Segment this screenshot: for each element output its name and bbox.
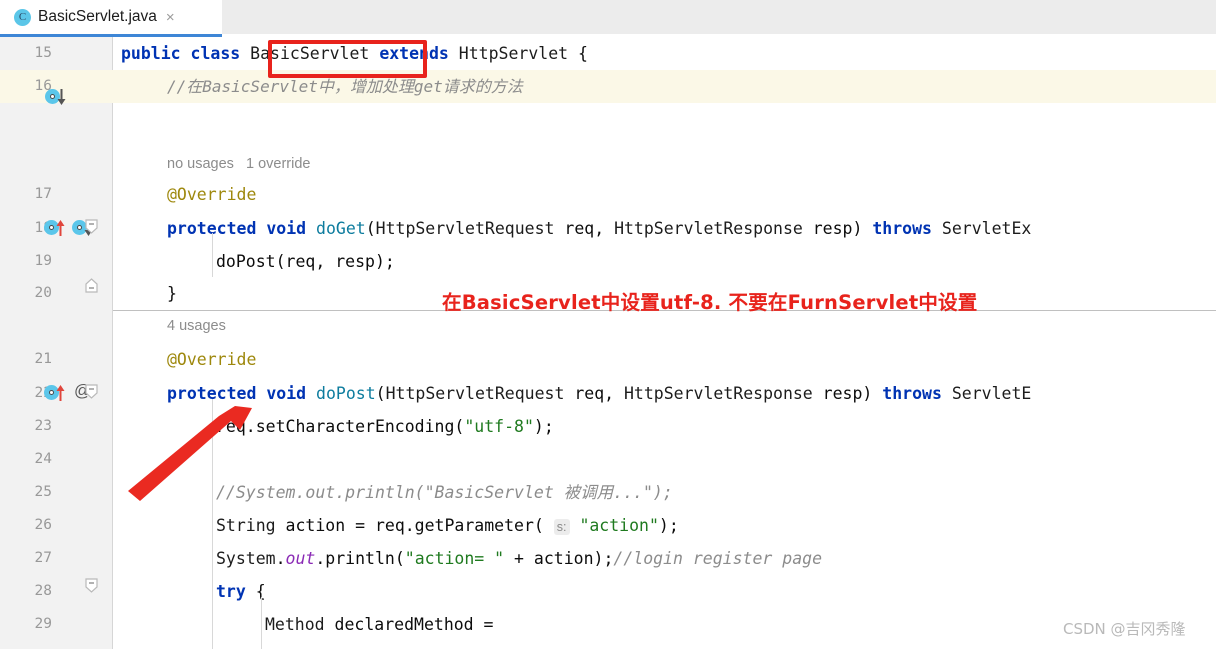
fold-start-icon[interactable] bbox=[85, 219, 98, 234]
code-line-30[interactable]: 30 this.getClass().getDeclaredMethod(act… bbox=[0, 641, 1216, 649]
line-number: 19 bbox=[34, 253, 52, 269]
inlay-hint-doget[interactable]: no usages 1 override bbox=[167, 153, 310, 175]
arrow-up-icon bbox=[56, 385, 65, 401]
tab-label: BasicServlet.java bbox=[38, 8, 157, 25]
fold-start-icon[interactable] bbox=[85, 578, 98, 593]
indent-guide bbox=[261, 597, 262, 649]
line-number: 25 bbox=[34, 484, 52, 500]
line-code: protected void doPost(HttpServletRequest… bbox=[167, 384, 1032, 403]
line-code: req.setCharacterEncoding("utf-8"); bbox=[216, 417, 554, 436]
fold-end-icon[interactable] bbox=[85, 278, 98, 293]
code-line-28[interactable]: 28 try { bbox=[0, 575, 1216, 608]
line-code: } bbox=[167, 284, 177, 303]
code-line-24[interactable]: 24 bbox=[0, 443, 1216, 476]
line-code: doPost(req, resp); bbox=[216, 252, 395, 271]
line-code: @Override bbox=[167, 350, 257, 369]
tab-basicservlet-java[interactable]: C BasicServlet.java × bbox=[0, 0, 222, 34]
fold-start-icon[interactable] bbox=[85, 384, 98, 399]
line-code: public class BasicServlet extends HttpSe… bbox=[121, 44, 588, 63]
overriding-method-marker[interactable] bbox=[44, 220, 65, 236]
code-line-27[interactable]: 27 System.out.println("action= " + actio… bbox=[0, 542, 1216, 575]
line-number: 30 bbox=[0, 641, 52, 649]
implemented-method-marker[interactable] bbox=[45, 89, 66, 105]
close-icon[interactable]: × bbox=[166, 10, 175, 25]
inlay-hint-dopost[interactable]: 4 usages bbox=[167, 315, 226, 337]
code-line-18[interactable]: 18 protected void doGet(HttpServletReque… bbox=[0, 212, 1216, 245]
line-number: 21 bbox=[34, 351, 52, 367]
line-number: 28 bbox=[34, 583, 52, 599]
code-line-16[interactable]: 16 //在BasicServlet中，增加处理get请求的方法 bbox=[0, 70, 1216, 103]
line-code: //在BasicServlet中，增加处理get请求的方法 bbox=[167, 77, 523, 96]
line-number: 29 bbox=[34, 616, 52, 632]
line-number: 23 bbox=[34, 418, 52, 434]
code-line-21[interactable]: 21 @Override bbox=[0, 343, 1216, 376]
line-number: 17 bbox=[34, 186, 52, 202]
line-number: 26 bbox=[34, 517, 52, 533]
line-code: String action = req.getParameter( s: "ac… bbox=[216, 516, 679, 535]
indent-guide bbox=[212, 399, 213, 649]
line-number: 15 bbox=[34, 45, 52, 61]
arrow-down-icon bbox=[57, 89, 66, 105]
code-line-29[interactable]: 29 Method declaredMethod = bbox=[0, 608, 1216, 641]
line-number: 24 bbox=[34, 451, 52, 467]
code-line-15[interactable]: 15 public class BasicServlet extends Htt… bbox=[0, 37, 1216, 70]
parameter-name-hint[interactable]: s: bbox=[553, 519, 570, 535]
line-number: 27 bbox=[34, 550, 52, 566]
java-class-icon: C bbox=[14, 8, 31, 26]
line-code: try { bbox=[216, 582, 266, 601]
line-code: System.out.println("action= " + action);… bbox=[216, 549, 823, 568]
line-code: @Override bbox=[167, 185, 257, 204]
code-line-26[interactable]: 26 String action = req.getParameter( s: … bbox=[0, 509, 1216, 542]
code-line-23[interactable]: 23 req.setCharacterEncoding("utf-8"); bbox=[0, 410, 1216, 443]
line-code: this.getClass().getDeclaredMethod(action… bbox=[363, 641, 1068, 649]
csdn-watermark: CSDN @吉冈秀隆 bbox=[1063, 620, 1186, 638]
line-code: Method declaredMethod = bbox=[265, 615, 494, 634]
code-line-17[interactable]: 17 @Override bbox=[0, 178, 1216, 211]
code-line-25[interactable]: 25 //System.out.println("BasicServlet 被调… bbox=[0, 476, 1216, 509]
line-code: protected void doGet(HttpServletRequest … bbox=[167, 219, 1032, 238]
overriding-method-marker[interactable] bbox=[44, 385, 65, 401]
line-code: //System.out.println("BasicServlet 被调用..… bbox=[216, 483, 673, 502]
arrow-up-icon bbox=[56, 220, 65, 236]
line-number: 20 bbox=[34, 285, 52, 301]
indent-guide bbox=[212, 233, 213, 277]
editor-tab-bar: C BasicServlet.java × bbox=[0, 0, 1216, 37]
red-annotation-note: 在BasicServlet中设置utf-8. 不要在FurnServlet中设置 bbox=[442, 291, 978, 314]
code-line-22[interactable]: 22 protected void doPost(HttpServletRequ… bbox=[0, 377, 1216, 410]
code-line-19[interactable]: 19 doPost(req, resp); bbox=[0, 245, 1216, 278]
code-editor[interactable]: 15 public class BasicServlet extends Htt… bbox=[0, 37, 1216, 649]
